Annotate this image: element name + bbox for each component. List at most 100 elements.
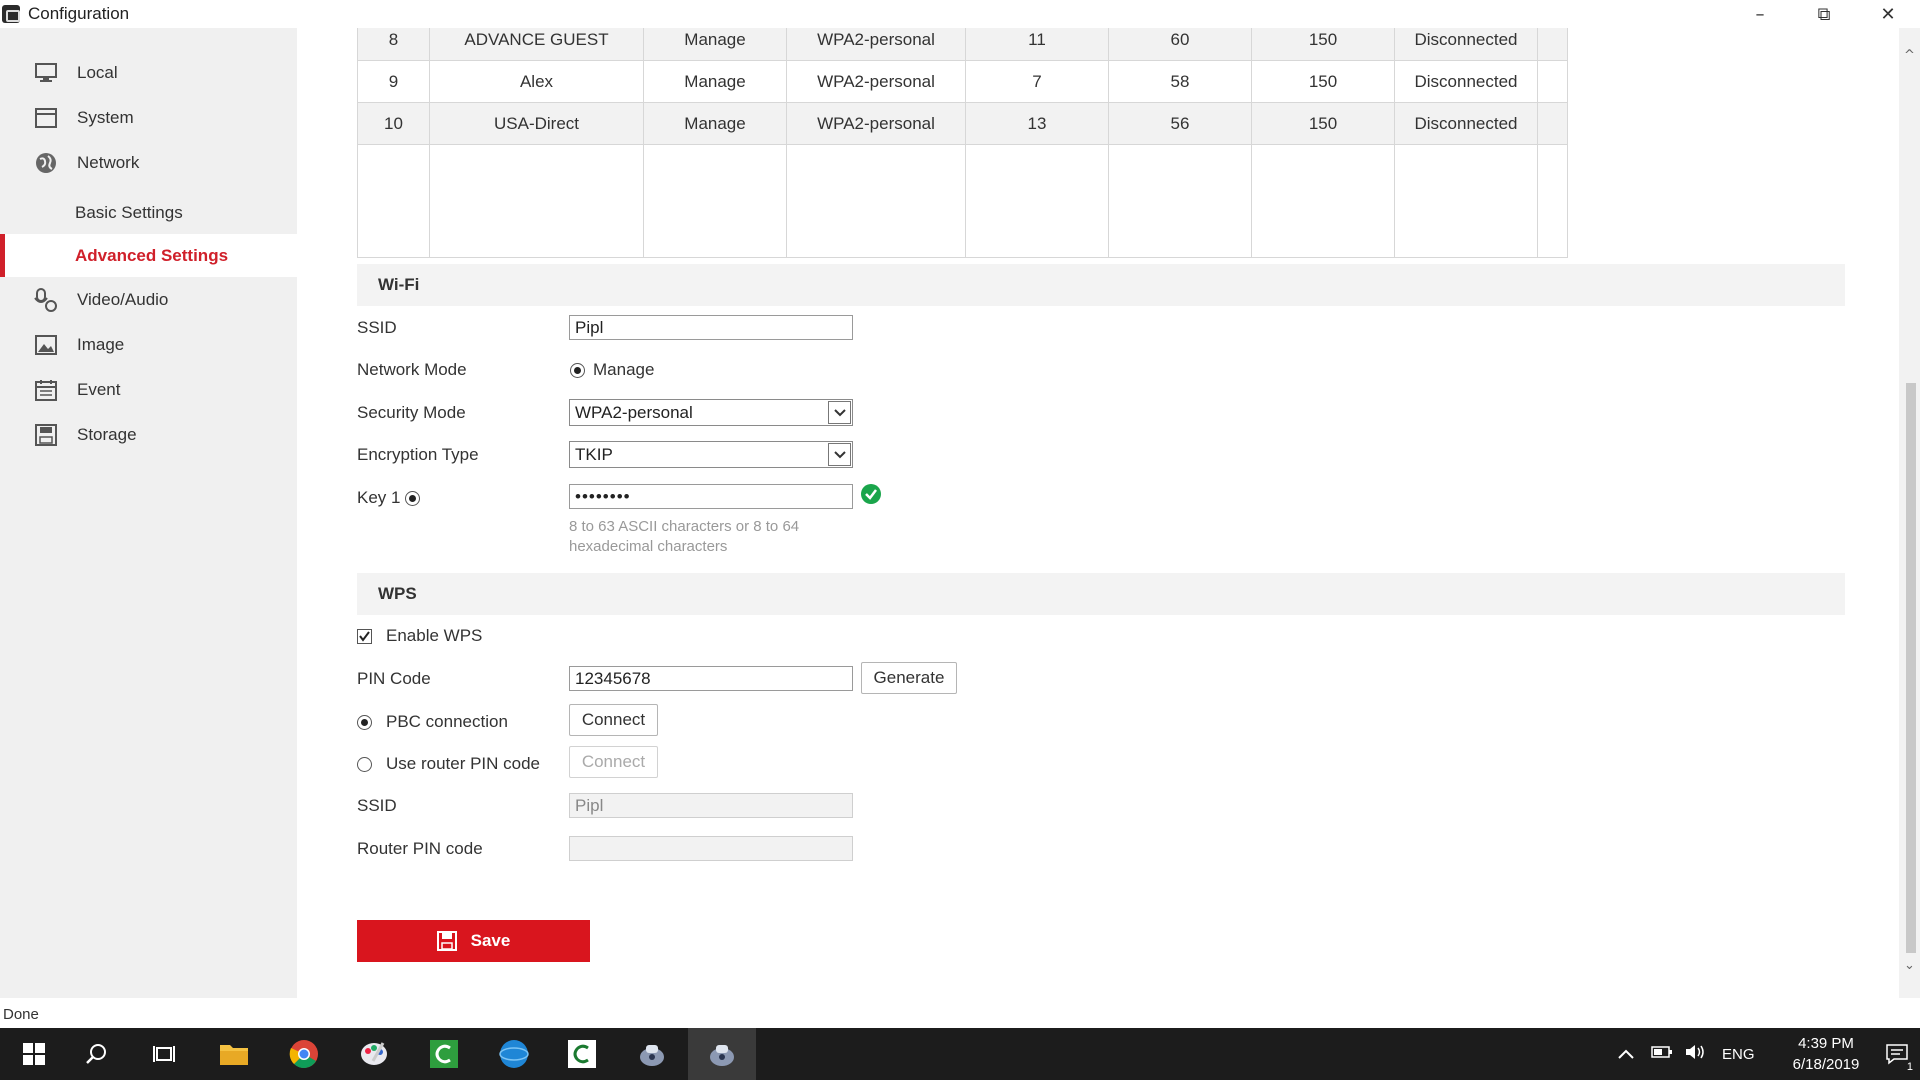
- sidebar-item-network[interactable]: Network: [0, 141, 297, 185]
- table-cell: ADVANCE GUEST: [429, 28, 644, 61]
- floppy-disk-icon: [436, 931, 457, 951]
- window-title: Configuration: [28, 4, 130, 23]
- search-icon[interactable]: [62, 1028, 130, 1080]
- minimize-icon[interactable]: –: [1728, 0, 1792, 28]
- enable-wps-checkbox[interactable]: [357, 629, 372, 644]
- table-cell: [1537, 60, 1568, 103]
- window-controls: – ⧉ ✕: [1728, 0, 1920, 28]
- sidebar-item-label: Event: [77, 380, 121, 399]
- sidebar-item-label: Image: [77, 335, 125, 354]
- wps-section-header: WPS: [357, 573, 1845, 615]
- camera-client-icon[interactable]: [618, 1028, 686, 1080]
- table-cell: Disconnected: [1394, 102, 1538, 145]
- browser-icon[interactable]: [480, 1028, 548, 1080]
- table-cell: Manage: [643, 102, 787, 145]
- app-c-icon[interactable]: [548, 1028, 616, 1080]
- table-row[interactable]: 8 ADVANCE GUEST Manage WPA2-personal 11 …: [357, 28, 1568, 61]
- pbc-connection-radio[interactable]: [357, 715, 372, 730]
- clock-date: 6/18/2019: [1792, 1056, 1860, 1073]
- scroll-down-icon[interactable]: ⌄: [1902, 958, 1917, 973]
- table-cell: 150: [1251, 28, 1395, 61]
- router-pin-radio[interactable]: [357, 757, 372, 772]
- sidebar-item-label: System: [77, 108, 134, 127]
- ssid-input[interactable]: Pipl: [569, 315, 853, 340]
- sidebar-item-local[interactable]: Local: [0, 51, 297, 95]
- router-pin-option-label: Use router PIN code: [386, 754, 541, 773]
- table-cell: 11: [965, 28, 1109, 61]
- disk-icon: [34, 423, 58, 447]
- key1-password-input[interactable]: ••••••••: [569, 484, 853, 509]
- select-value: WPA2-personal: [575, 403, 693, 422]
- section-title: Wi-Fi: [378, 275, 420, 294]
- sidebar-subitem-basic-settings[interactable]: Basic Settings: [0, 191, 297, 234]
- table-cell: 8: [357, 28, 430, 61]
- table-cell: WPA2-personal: [786, 102, 966, 145]
- status-text: Done: [3, 1006, 39, 1023]
- notification-center-icon[interactable]: 1: [1874, 1028, 1920, 1080]
- task-view-icon[interactable]: [130, 1028, 198, 1080]
- chevron-down-icon[interactable]: [828, 443, 851, 466]
- sidebar-item-event[interactable]: Event: [0, 368, 297, 412]
- image-icon: [34, 333, 58, 357]
- sidebar-item-system[interactable]: System: [0, 96, 297, 140]
- security-mode-select[interactable]: WPA2-personal: [569, 399, 853, 426]
- table-row[interactable]: 9 Alex Manage WPA2-personal 7 58 150 Dis…: [357, 60, 1568, 103]
- save-label: Save: [470, 931, 511, 950]
- table-cell: 7: [965, 60, 1109, 103]
- table-row-empty: [357, 144, 1568, 258]
- pin-code-input[interactable]: 12345678: [569, 666, 853, 691]
- sidebar-item-video-audio[interactable]: Video/Audio: [0, 278, 297, 322]
- monitor-icon: [34, 61, 58, 85]
- generate-button[interactable]: Generate: [861, 662, 957, 694]
- key1-radio[interactable]: [405, 491, 420, 506]
- encryption-type-select[interactable]: TKIP: [569, 441, 853, 468]
- table-cell: 58: [1108, 60, 1252, 103]
- wps-ssid-input[interactable]: Pipl: [569, 793, 853, 818]
- wifi-section-header: Wi-Fi: [357, 264, 1845, 306]
- key-hint-line2: hexadecimal characters: [569, 538, 728, 555]
- battery-icon[interactable]: [1644, 1045, 1680, 1063]
- pin-code-label: PIN Code: [357, 669, 431, 688]
- ssid-label: SSID: [357, 318, 397, 337]
- system-icon: [34, 106, 58, 130]
- mic-camera-icon: [34, 288, 58, 312]
- notification-count: 1: [1905, 1061, 1914, 1073]
- table-row[interactable]: 10 USA-Direct Manage WPA2-personal 13 56…: [357, 102, 1568, 145]
- save-button[interactable]: Save: [357, 920, 590, 962]
- green-app-icon[interactable]: [410, 1028, 478, 1080]
- encryption-type-label: Encryption Type: [357, 445, 479, 464]
- sidebar-item-storage[interactable]: Storage: [0, 413, 297, 457]
- router-pin-code-input[interactable]: [569, 836, 853, 861]
- windows-start-icon[interactable]: [0, 1028, 68, 1080]
- tray-chevron-up-icon[interactable]: [1614, 1046, 1638, 1063]
- table-cell: Manage: [643, 28, 787, 61]
- table-cell: Manage: [643, 60, 787, 103]
- scroll-up-icon[interactable]: ^: [1902, 48, 1917, 63]
- taskbar-clock[interactable]: 4:39 PM 6/18/2019: [1778, 1033, 1874, 1075]
- pbc-connect-button[interactable]: Connect: [569, 704, 658, 736]
- restore-icon[interactable]: ⧉: [1792, 0, 1856, 28]
- paint-app-icon[interactable]: [340, 1028, 408, 1080]
- sidebar-item-image[interactable]: Image: [0, 323, 297, 367]
- scroll-thumb[interactable]: [1906, 383, 1916, 953]
- globe-icon: [34, 151, 58, 175]
- network-mode-value: Manage: [593, 360, 655, 379]
- close-icon[interactable]: ✕: [1856, 0, 1920, 28]
- chevron-down-icon[interactable]: [828, 401, 851, 424]
- sidebar-subitem-advanced-settings[interactable]: Advanced Settings: [0, 234, 297, 277]
- vertical-scrollbar[interactable]: ^ ⌄: [1899, 28, 1920, 998]
- router-connect-button[interactable]: Connect: [569, 746, 658, 778]
- network-mode-manage-radio[interactable]: [570, 363, 585, 378]
- system-tray: ENG: [1614, 1028, 1755, 1080]
- file-explorer-icon[interactable]: [200, 1028, 268, 1080]
- status-bar: Done: [0, 1004, 1920, 1026]
- sidebar-item-label: Storage: [77, 425, 137, 444]
- chrome-icon[interactable]: [270, 1028, 338, 1080]
- sidebar-item-label: Local: [77, 63, 118, 82]
- sidebar-item-label: Video/Audio: [77, 290, 169, 309]
- table-cell: Disconnected: [1394, 60, 1538, 103]
- language-indicator[interactable]: ENG: [1722, 1046, 1755, 1063]
- wps-ssid-label: SSID: [357, 796, 397, 815]
- volume-icon[interactable]: [1680, 1043, 1710, 1065]
- camera-client-active-icon[interactable]: [688, 1028, 756, 1080]
